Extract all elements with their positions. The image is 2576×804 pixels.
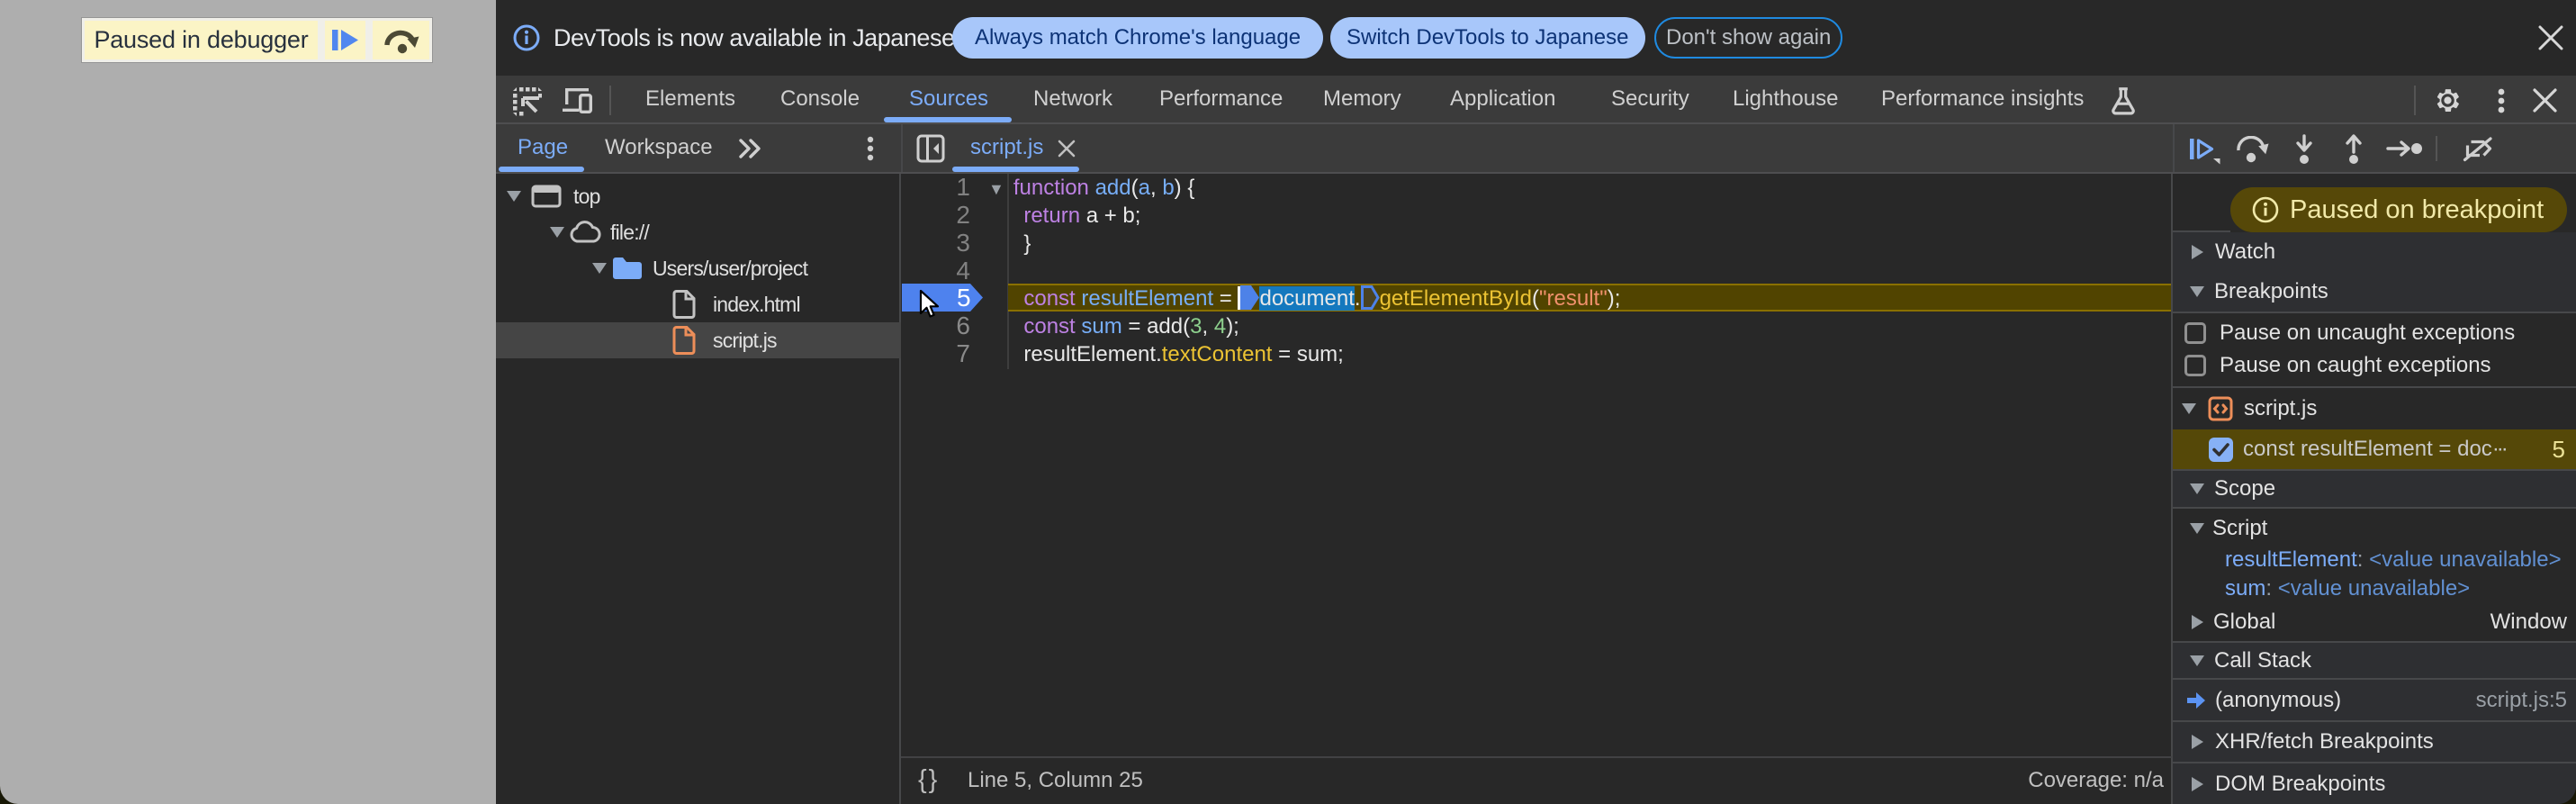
- svg-text:5: 5: [957, 284, 971, 312]
